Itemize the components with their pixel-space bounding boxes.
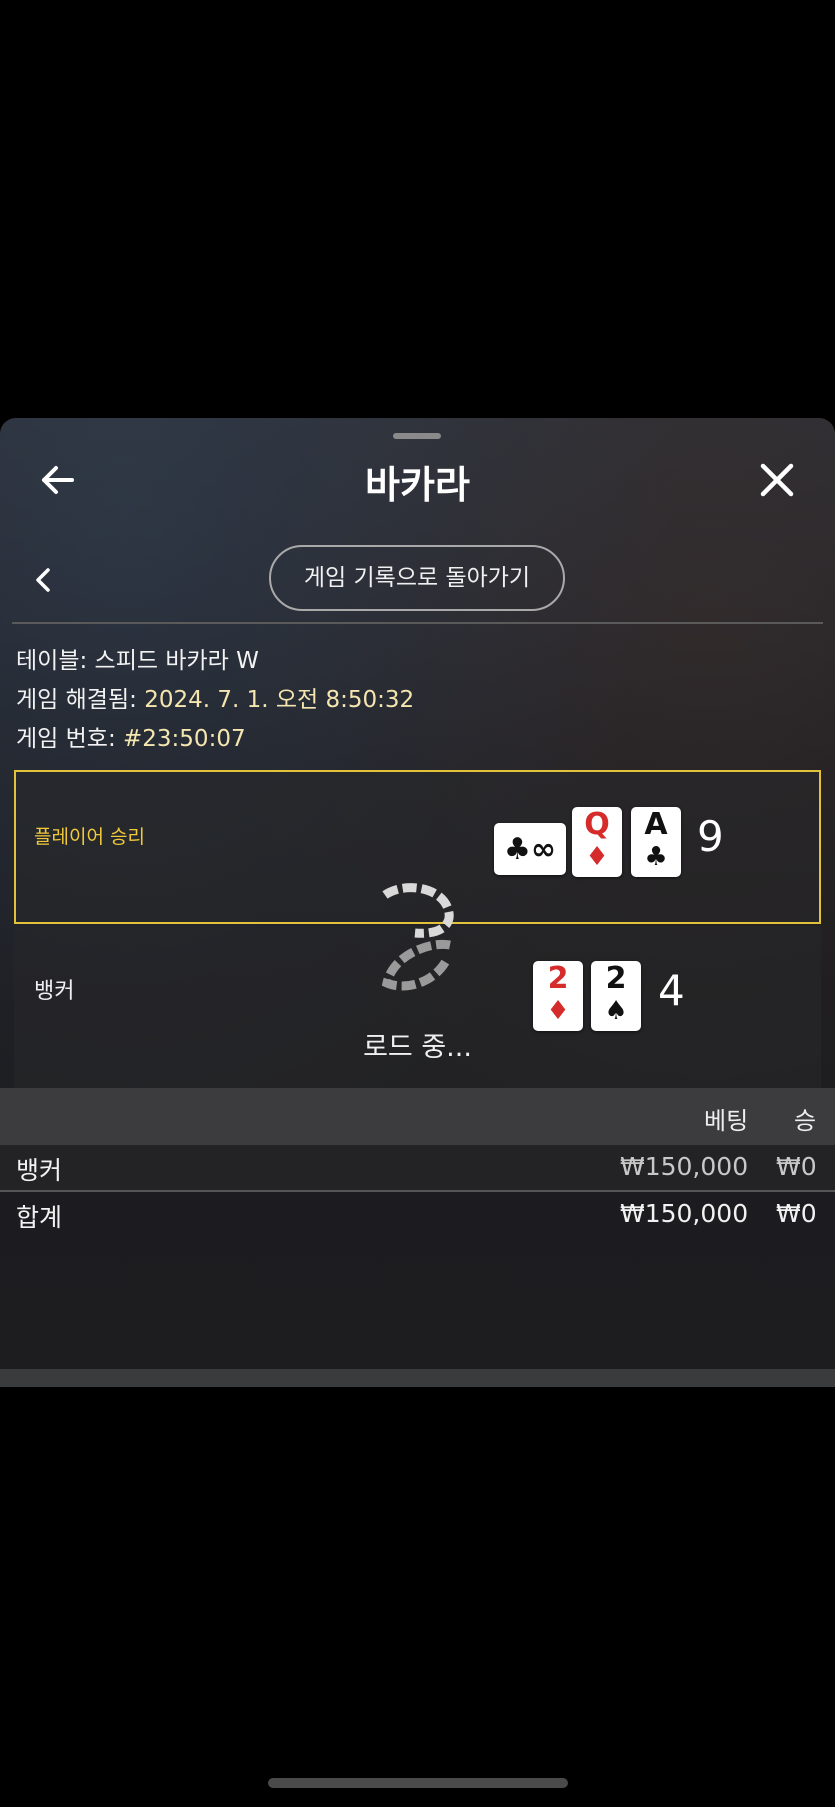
bets-table-header: 베팅 승 — [0, 1088, 835, 1145]
column-bet: 베팅 — [704, 1107, 749, 1135]
divider — [12, 622, 823, 624]
loading-spinner-icon — [375, 883, 460, 1003]
table-info: 테이블: 스피드 바카라 W — [16, 648, 259, 674]
player-win-label: 플레이어 승리 — [34, 826, 145, 848]
bottom-toolbar — [0, 1369, 835, 1387]
banker-card-2: 2 ♠ — [591, 961, 641, 1031]
resolved-info: 게임 해결됨: 2024. 7. 1. 오전 8:50:32 — [16, 687, 415, 713]
page-title: 바카라 — [365, 463, 470, 507]
loading-text: 로드 중... — [363, 1032, 472, 1063]
banker-score: 4 — [658, 966, 685, 1015]
table-row-total: 합계 ₩150,000 ₩0 — [16, 1199, 817, 1232]
player-side-card: ♣∞ — [494, 823, 566, 875]
sheet-grabber[interactable] — [393, 433, 441, 439]
player-score: 9 — [697, 812, 724, 861]
banker-label: 뱅커 — [34, 979, 75, 1004]
round-details-sheet: 바카라 게임 기록으로 돌아가기 테이블: 스피드 바카라 W 게임 해결됨: … — [0, 418, 835, 1387]
back-to-history-button[interactable]: 게임 기록으로 돌아가기 — [269, 545, 565, 611]
player-card-1: Q ♦ — [572, 807, 622, 877]
chevron-left-icon[interactable] — [28, 560, 58, 600]
column-win: 승 — [794, 1107, 817, 1135]
round-info: 게임 번호: #23:50:07 — [16, 726, 246, 752]
table-row: 뱅커 ₩150,000 ₩0 — [0, 1145, 835, 1192]
player-card-2: A ♣ — [631, 807, 681, 877]
banker-card-1: 2 ♦ — [533, 961, 583, 1031]
home-indicator[interactable] — [268, 1778, 568, 1788]
close-icon[interactable] — [755, 458, 799, 502]
